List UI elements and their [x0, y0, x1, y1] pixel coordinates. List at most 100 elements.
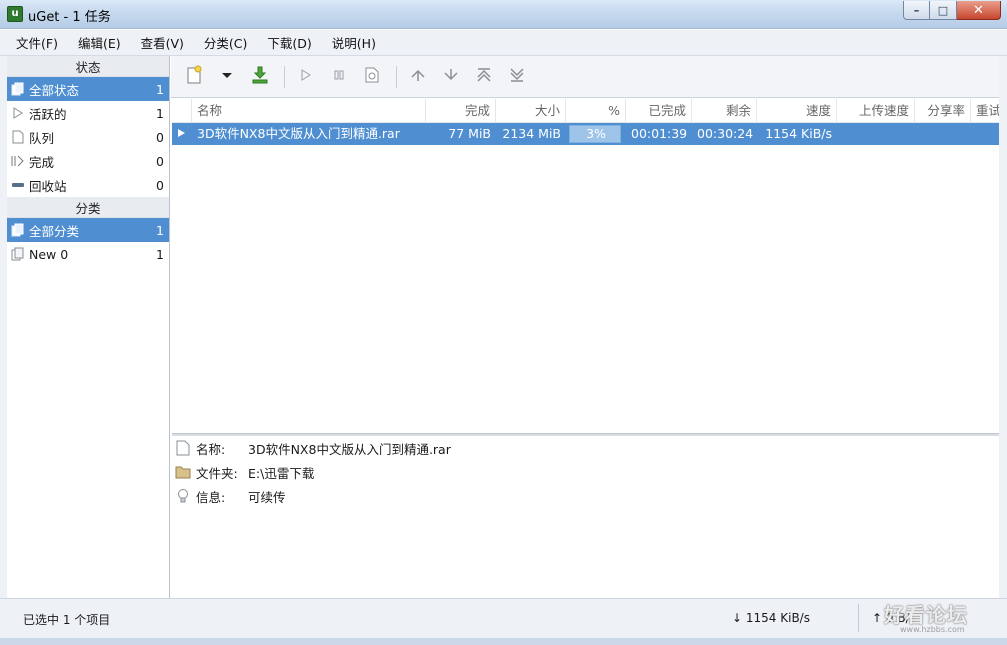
- maximize-button[interactable]: □: [930, 1, 957, 20]
- category-icon: [11, 247, 25, 261]
- cell-size: 2134 MiB: [502, 126, 561, 141]
- cell-ratio: [915, 123, 971, 145]
- menu-view[interactable]: 查看(V): [131, 33, 194, 52]
- recycle-icon: [11, 178, 25, 192]
- active-icon: [11, 106, 25, 120]
- sidebar-item-count: 1: [156, 246, 164, 262]
- detail-row-folder: 文件夹: E:\迅雷下载: [172, 460, 999, 484]
- pause-button[interactable]: [324, 62, 354, 92]
- detail-folder-label: 文件夹:: [196, 465, 238, 481]
- window-frame-left: [0, 56, 7, 636]
- sidebar-item-label: New 0: [29, 246, 69, 262]
- menu-help[interactable]: 说明(H): [322, 33, 386, 52]
- detail-folder-value: E:\迅雷下载: [248, 465, 315, 481]
- download-speed-status: ↓ 1154 KiB/s: [732, 611, 810, 625]
- window-frame-right: [999, 56, 1007, 636]
- selection-status: 已选中 1 个项目: [23, 613, 111, 627]
- detail-info-value: 可续传: [248, 489, 286, 505]
- row-expander[interactable]: [172, 123, 192, 145]
- detail-panel: 名称: 3D软件NX8中文版从入门到精通.rar 文件夹: E:\迅雷下载 信息…: [172, 436, 999, 598]
- window-title: uGet - 1 任务: [28, 10, 111, 25]
- cell-completed: 77 MiB: [448, 126, 491, 141]
- cell-upload-speed: [837, 123, 915, 145]
- sidebar-item-label: 全部状态: [29, 82, 80, 98]
- properties-button[interactable]: [357, 62, 387, 92]
- sidebar-item-label: 队列: [29, 130, 55, 146]
- sidebar: 状态 全部状态 1 活跃的 1 队列 0 完成 0 回收站 0 分类 全部分类 …: [7, 56, 170, 598]
- column-header-upload-speed[interactable]: 上传速度: [837, 99, 915, 123]
- sidebar-item-label: 活跃的: [29, 106, 67, 122]
- column-header-ratio[interactable]: 分享率: [915, 99, 971, 123]
- sidebar-item-count: 0: [156, 177, 164, 193]
- pause-icon: [331, 67, 347, 86]
- menu-category[interactable]: 分类(C): [194, 33, 257, 52]
- properties-icon: [363, 66, 381, 87]
- move-top-button[interactable]: [469, 62, 499, 92]
- sidebar-item-label: 完成: [29, 154, 55, 170]
- queue-icon: [11, 130, 25, 144]
- detail-name-label: 名称:: [196, 441, 226, 457]
- cell-progress: 3%: [566, 123, 626, 145]
- sidebar-item-recycle[interactable]: 回收站 0: [7, 173, 169, 197]
- sidebar-item-new-0[interactable]: New 0 1: [7, 242, 169, 266]
- watermark-url: www.hzbbs.com: [900, 625, 965, 634]
- sidebar-item-label: 全部分类: [29, 223, 80, 239]
- move-bottom-icon: [508, 66, 526, 87]
- lightbulb-icon: [175, 488, 191, 504]
- finished-icon: [11, 154, 25, 168]
- detail-info-label: 信息:: [196, 489, 226, 505]
- title-bar: u uGet - 1 任务 – □ ✕: [0, 0, 1007, 29]
- sidebar-item-count: 0: [156, 129, 164, 145]
- column-header-remaining[interactable]: 剩余: [692, 99, 757, 123]
- start-icon: [298, 67, 314, 86]
- move-top-icon: [475, 66, 493, 87]
- close-button[interactable]: ✕: [957, 1, 1001, 20]
- column-header-name[interactable]: 名称: [192, 99, 426, 123]
- minimize-button[interactable]: –: [903, 1, 930, 20]
- task-list-header: 名称 完成 大小 % 已完成 剩余 速度 上传速度 分享率 重试: [172, 99, 999, 123]
- move-up-icon: [409, 66, 427, 87]
- sidebar-item-finished[interactable]: 完成 0: [7, 149, 169, 173]
- cell-speed: 1154 KiB/s: [765, 126, 832, 141]
- cell-elapsed: 00:01:39: [631, 126, 688, 141]
- task-list: 名称 完成 大小 % 已完成 剩余 速度 上传速度 分享率 重试 3D软件NX8…: [172, 99, 999, 433]
- sidebar-item-active[interactable]: 活跃的 1: [7, 101, 169, 125]
- column-header-elapsed[interactable]: 已完成: [626, 99, 692, 123]
- column-header-speed[interactable]: 速度: [757, 99, 837, 123]
- column-header-retry[interactable]: 重试: [971, 99, 999, 123]
- column-header-completed[interactable]: 完成: [426, 99, 496, 123]
- table-row[interactable]: 3D软件NX8中文版从入门到精通.rar 77 MiB 2134 MiB 3% …: [172, 123, 999, 145]
- watermark-logo: 好看论坛: [884, 603, 968, 627]
- menu-edit[interactable]: 编辑(E): [68, 33, 131, 52]
- folder-icon: [175, 464, 191, 480]
- progress-text: 3%: [586, 126, 606, 141]
- all-status-icon: [11, 82, 25, 96]
- column-header-percent[interactable]: %: [566, 99, 626, 123]
- sidebar-item-count: 1: [156, 105, 164, 121]
- menu-download[interactable]: 下载(D): [257, 33, 321, 52]
- menu-file[interactable]: 文件(F): [6, 33, 68, 52]
- toolbar-separator: [284, 65, 285, 88]
- all-category-icon: [11, 223, 25, 237]
- detail-name-value: 3D软件NX8中文版从入门到精通.rar: [248, 441, 451, 457]
- sidebar-item-count: 0: [156, 153, 164, 169]
- start-button[interactable]: [291, 62, 321, 92]
- move-down-button[interactable]: [436, 62, 466, 92]
- move-bottom-button[interactable]: [502, 62, 532, 92]
- file-icon: [175, 440, 191, 456]
- move-up-button[interactable]: [403, 62, 433, 92]
- uget-app-icon: u: [7, 6, 23, 22]
- sidebar-item-all-category[interactable]: 全部分类 1: [7, 218, 169, 242]
- batch-download-button[interactable]: [245, 62, 275, 92]
- new-download-button[interactable]: [179, 62, 209, 92]
- new-menu-dropdown-button[interactable]: [212, 62, 242, 92]
- sidebar-item-all-status[interactable]: 全部状态 1: [7, 77, 169, 101]
- down-arrow-icon: ↓: [732, 611, 743, 625]
- column-header-size[interactable]: 大小: [496, 99, 566, 123]
- cell-remaining: 00:30:24: [697, 126, 754, 141]
- sidebar-item-queue[interactable]: 队列 0: [7, 125, 169, 149]
- column-header-expander[interactable]: [172, 99, 192, 123]
- window-frame-bottom: [0, 638, 1007, 645]
- cell-retry: [971, 123, 999, 145]
- move-down-icon: [442, 66, 460, 87]
